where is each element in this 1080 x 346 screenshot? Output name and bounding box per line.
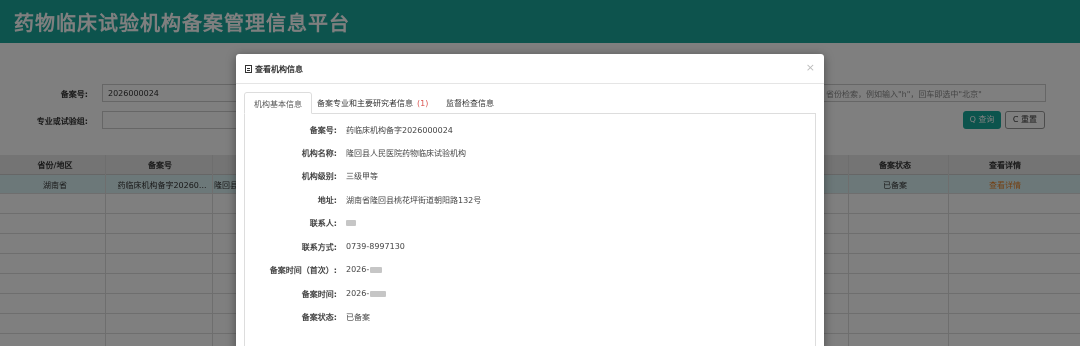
field-value: 药临床机构备字2026000024	[346, 126, 453, 135]
close-icon[interactable]: ×	[806, 61, 815, 74]
institution-info-modal: 查看机构信息 × 机构基本信息 备案专业和主要研究者信息 (1) 监督检查信息 备…	[236, 54, 824, 346]
tab-basic-info[interactable]: 机构基本信息	[244, 92, 312, 114]
basic-info-panel: 备案号: 药临床机构备字2026000024 机构名称: 隆回县人民医院药物临床…	[244, 114, 816, 346]
modal-tabs: 机构基本信息 备案专业和主要研究者信息 (1) 监督检查信息	[244, 92, 816, 114]
redacted-mark	[370, 267, 383, 273]
redacted-mark	[370, 291, 387, 297]
tab-majors-researchers[interactable]: 备案专业和主要研究者信息 (1)	[308, 92, 437, 114]
modal-title-text: 查看机构信息	[255, 65, 303, 74]
field-value: 已备案	[346, 313, 370, 322]
modal-title: 查看机构信息	[245, 64, 303, 75]
field-value-text: 2026-	[346, 289, 370, 298]
field-contact: 联系人:	[245, 218, 817, 232]
field-value: 隆回县人民医院药物临床试验机构	[346, 149, 466, 158]
field-value	[346, 218, 356, 227]
field-label: 备案时间:	[301, 290, 337, 299]
field-first-record-time: 备案时间（首次）: 2026-	[245, 265, 817, 279]
field-institution-name: 机构名称: 隆回县人民医院药物临床试验机构	[245, 148, 817, 162]
tab-label: 备案专业和主要研究者信息	[317, 99, 413, 108]
field-label: 机构级别:	[301, 172, 337, 181]
tab-inspection-info[interactable]: 监督检查信息	[437, 92, 503, 114]
field-label: 备案时间（首次）:	[269, 266, 337, 275]
field-value-text: 2026-	[346, 265, 370, 274]
document-icon	[245, 65, 252, 73]
field-label: 备案状态:	[301, 313, 337, 322]
field-value: 湖南省隆回县桃花坪街道朝阳路132号	[346, 196, 482, 205]
field-label: 联系人:	[309, 219, 337, 228]
field-record-no: 备案号: 药临床机构备字2026000024	[245, 125, 817, 139]
field-record-status: 备案状态: 已备案	[245, 312, 817, 326]
modal-header: 查看机构信息 ×	[236, 54, 824, 84]
field-phone: 联系方式: 0739-8997130	[245, 242, 817, 256]
field-label: 联系方式:	[301, 243, 337, 252]
redacted-mark	[346, 220, 356, 226]
tab-label: 监督检查信息	[446, 99, 494, 108]
field-label: 地址:	[317, 196, 337, 205]
field-institution-level: 机构级别: 三级甲等	[245, 171, 817, 185]
field-label: 机构名称:	[301, 149, 337, 158]
tab-label: 机构基本信息	[254, 100, 302, 109]
field-label: 备案号:	[309, 126, 337, 135]
field-value: 2026-	[346, 265, 383, 274]
field-address: 地址: 湖南省隆回县桃花坪街道朝阳路132号	[245, 195, 817, 209]
field-record-time: 备案时间: 2026-	[245, 289, 817, 303]
field-value: 0739-8997130	[346, 242, 405, 251]
tab-count-badge: (1)	[417, 99, 429, 108]
field-value: 2026-	[346, 289, 387, 298]
field-value: 三级甲等	[346, 172, 378, 181]
